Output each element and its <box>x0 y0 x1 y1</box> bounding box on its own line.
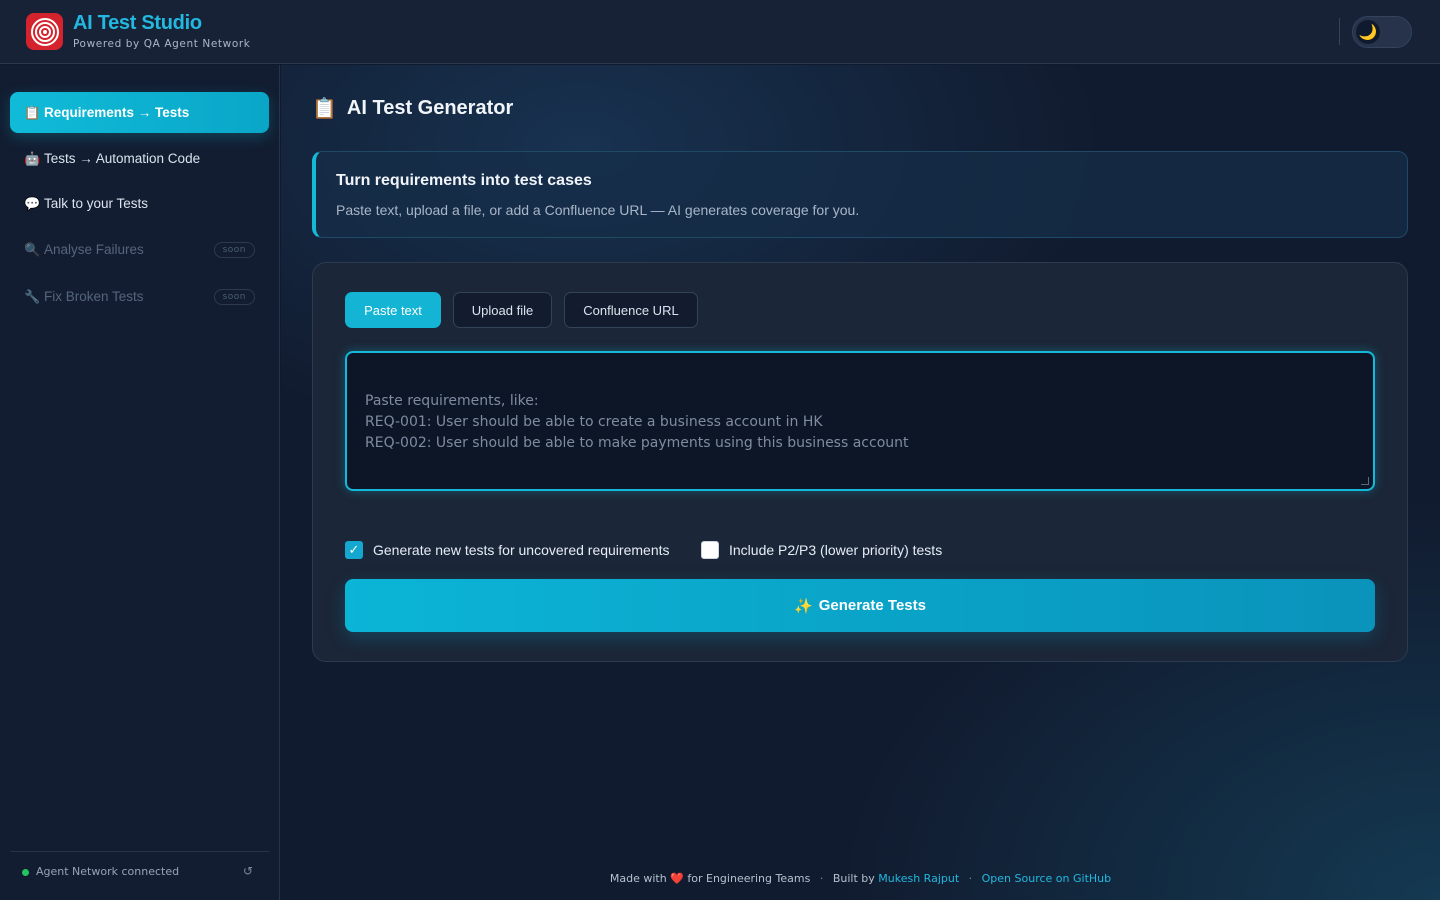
sidebar-item-automation-code[interactable]: 🤖 Tests → Automation Code <box>10 138 269 179</box>
tab-paste-text[interactable]: Paste text <box>345 292 441 328</box>
sparkles-icon: ✨ <box>794 597 813 615</box>
status-text: Agent Network connected <box>36 865 180 878</box>
wrench-icon: 🔧 <box>24 288 41 304</box>
clipboard-icon: 📋 <box>312 98 337 120</box>
heart-icon: ❤️ <box>670 872 684 885</box>
sidebar-item-requirements-tests[interactable]: 📋 Requirements → Tests <box>10 92 269 133</box>
theme-toggle[interactable]: 🌙 <box>1352 16 1412 48</box>
moon-icon: 🌙 <box>1356 20 1380 44</box>
sidebar-item-label: Tests → Automation Code <box>44 151 201 166</box>
sidebar-item-analyse-failures: 🔍 Analyse Failures soon <box>10 229 269 270</box>
info-title: Turn requirements into test cases <box>336 172 592 189</box>
resize-handle-icon[interactable] <box>1361 477 1369 485</box>
page-title-text: AI Test Generator <box>346 97 514 119</box>
option-include-p2p3[interactable]: Include P2/P3 (lower priority) tests <box>701 540 942 560</box>
textarea-placeholder: Paste requirements, like: REQ-001: User … <box>365 393 909 451</box>
status-dot-icon <box>22 869 29 876</box>
tab-upload-file[interactable]: Upload file <box>453 292 552 328</box>
footer-made-with: Made with <box>609 872 667 885</box>
checkbox-unchecked[interactable] <box>701 541 719 559</box>
requirements-textarea[interactable]: Paste requirements, like: REQ-001: User … <box>345 351 1375 491</box>
checkbox-checked[interactable]: ✓ <box>345 541 363 559</box>
footer-for-text: for Engineering Teams <box>687 872 811 885</box>
robot-icon: 🤖 <box>24 150 41 166</box>
speech-bubble-icon: 💬 <box>24 195 41 211</box>
app-subtitle: Powered by QA Agent Network <box>73 38 251 50</box>
option-generate-uncovered[interactable]: ✓ Generate new tests for uncovered requi… <box>345 540 670 560</box>
option-label: Generate new tests for uncovered require… <box>373 542 670 558</box>
sidebar-item-label: Analyse Failures <box>44 242 144 257</box>
page-title: 📋 AI Test Generator <box>312 96 513 121</box>
github-link[interactable]: Open Source on GitHub <box>982 872 1111 885</box>
input-panel: Paste text Upload file Confluence URL Pa… <box>312 262 1408 662</box>
footer-separator: · <box>968 872 973 885</box>
generate-button-label: Generate Tests <box>818 597 926 614</box>
soon-badge: soon <box>213 289 255 305</box>
soon-badge: soon <box>213 242 255 258</box>
sidebar-item-talk-to-tests[interactable]: 💬 Talk to your Tests <box>10 183 269 224</box>
refresh-icon[interactable]: ↺ <box>243 864 253 878</box>
connection-status: Agent Network connected ↺ <box>10 851 269 891</box>
main-content: 📋 AI Test Generator Turn requirements in… <box>281 65 1440 900</box>
option-label: Include P2/P3 (lower priority) tests <box>729 542 943 558</box>
author-link[interactable]: Mukesh Rajput <box>878 872 959 885</box>
sidebar-item-label: Fix Broken Tests <box>44 289 144 304</box>
target-logo-icon[interactable] <box>26 13 63 50</box>
info-card: Turn requirements into test cases Paste … <box>312 151 1408 238</box>
footer-built-by: Built by <box>832 872 875 885</box>
header-divider <box>1339 18 1340 45</box>
sidebar: 📋 Requirements → Tests 🤖 Tests → Automat… <box>0 65 280 900</box>
sidebar-item-label: Requirements → Tests <box>44 105 190 120</box>
info-description: Paste text, upload a file, or add a Conf… <box>336 202 860 218</box>
tab-confluence-url[interactable]: Confluence URL <box>564 292 698 328</box>
footer-separator: · <box>819 872 824 885</box>
generate-tests-button[interactable]: ✨ Generate Tests <box>345 579 1375 632</box>
sidebar-item-label: Talk to your Tests <box>44 196 149 211</box>
app-title: AI Test Studio <box>73 12 202 34</box>
sidebar-item-fix-broken-tests: 🔧 Fix Broken Tests soon <box>10 276 269 317</box>
app-header: AI Test Studio Powered by QA Agent Netwo… <box>0 0 1440 64</box>
magnifier-icon: 🔍 <box>24 241 41 257</box>
clipboard-icon: 📋 <box>24 104 41 120</box>
page-footer: Made with ❤️ for Engineering Teams · Bui… <box>281 872 1440 885</box>
